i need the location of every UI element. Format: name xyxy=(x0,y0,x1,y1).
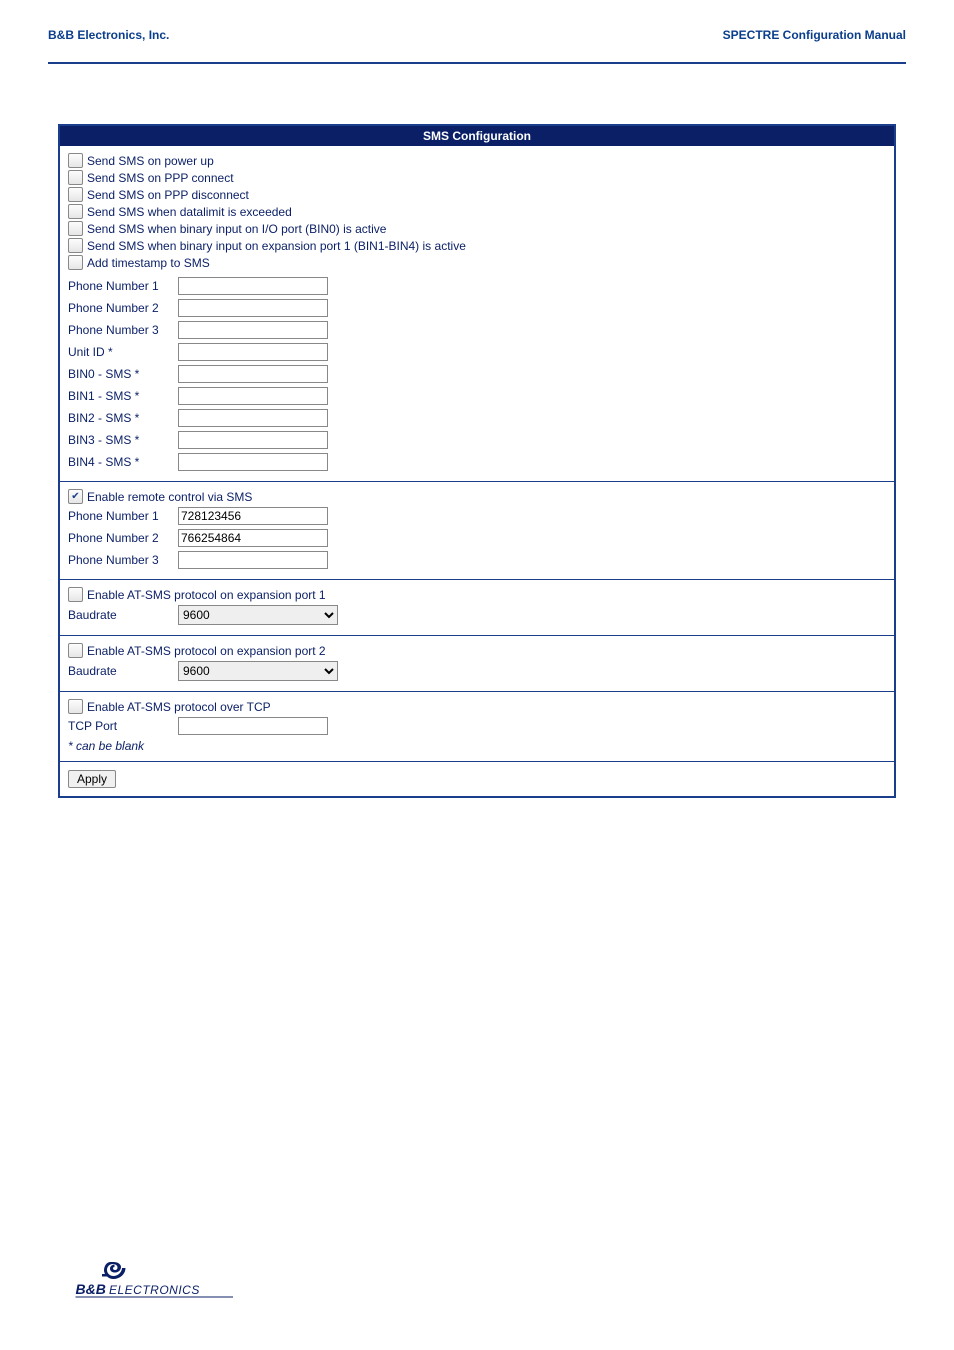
checkbox-icon[interactable] xyxy=(68,699,83,714)
field-label: Phone Number 2 xyxy=(68,301,178,315)
phone3-input[interactable] xyxy=(178,321,328,339)
row-phone3: Phone Number 3 xyxy=(68,319,886,341)
row-bin3-sms: BIN3 - SMS * xyxy=(68,429,886,451)
cb-label: Send SMS on PPP disconnect xyxy=(87,188,249,202)
field-label: BIN3 - SMS * xyxy=(68,433,178,447)
checkbox-icon[interactable] xyxy=(68,204,83,219)
cb-label: Enable AT-SMS protocol on expansion port… xyxy=(87,644,326,658)
row-bin2-sms: BIN2 - SMS * xyxy=(68,407,886,429)
checkbox-icon[interactable] xyxy=(68,153,83,168)
field-label: Phone Number 2 xyxy=(68,531,178,545)
cb-label: Send SMS on PPP connect xyxy=(87,171,234,185)
rc-phone2-input[interactable] xyxy=(178,529,328,547)
field-label: Phone Number 1 xyxy=(68,509,178,523)
checkbox-icon[interactable] xyxy=(68,221,83,236)
cb-row-timestamp[interactable]: Add timestamp to SMS xyxy=(68,254,886,271)
cb-row-datalimit[interactable]: Send SMS when datalimit is exceeded xyxy=(68,203,886,220)
apply-section: Apply xyxy=(60,761,894,796)
apply-button[interactable]: Apply xyxy=(68,770,116,788)
cb-row-bin0[interactable]: Send SMS when binary input on I/O port (… xyxy=(68,220,886,237)
bb-electronics-logo-icon: B&B ELECTRONICS xyxy=(58,1258,248,1303)
svg-text:ELECTRONICS: ELECTRONICS xyxy=(109,1283,200,1297)
checkbox-icon[interactable] xyxy=(68,170,83,185)
field-label: Unit ID * xyxy=(68,345,178,359)
checkbox-icon[interactable] xyxy=(68,187,83,202)
tcp-port-input[interactable] xyxy=(178,717,328,735)
checkbox-icon[interactable] xyxy=(68,255,83,270)
section-atsms-tcp: Enable AT-SMS protocol over TCP TCP Port… xyxy=(60,691,894,761)
sms-config-panel: SMS Configuration Send SMS on power up S… xyxy=(58,124,896,798)
unitid-input[interactable] xyxy=(178,343,328,361)
rc-phone3-input[interactable] xyxy=(178,551,328,569)
cb-row-remote[interactable]: ✔ Enable remote control via SMS xyxy=(68,488,886,505)
field-label: Baudrate xyxy=(68,664,178,678)
field-label: Phone Number 3 xyxy=(68,553,178,567)
row-unitid: Unit ID * xyxy=(68,341,886,363)
page-header: B&B Electronics, Inc. SPECTRE Configurat… xyxy=(0,0,954,54)
bin4-sms-input[interactable] xyxy=(178,453,328,471)
cb-row-powerup[interactable]: Send SMS on power up xyxy=(68,152,886,169)
logo-area: B&B ELECTRONICS xyxy=(0,1258,954,1346)
bin2-sms-input[interactable] xyxy=(178,409,328,427)
cb-label: Send SMS when datalimit is exceeded xyxy=(87,205,292,219)
rc-phone1-input[interactable] xyxy=(178,507,328,525)
row-phone2: Phone Number 2 xyxy=(68,297,886,319)
cb-label: Send SMS when binary input on I/O port (… xyxy=(87,222,386,236)
bin0-sms-input[interactable] xyxy=(178,365,328,383)
cb-row-ppp-disconnect[interactable]: Send SMS on PPP disconnect xyxy=(68,186,886,203)
field-label: BIN2 - SMS * xyxy=(68,411,178,425)
section-atsms-port1: Enable AT-SMS protocol on expansion port… xyxy=(60,579,894,635)
row-baud-port1: Baudrate 9600 xyxy=(68,603,886,627)
header-company: B&B Electronics, Inc. xyxy=(48,28,169,42)
row-bin1-sms: BIN1 - SMS * xyxy=(68,385,886,407)
row-phone1: Phone Number 1 xyxy=(68,275,886,297)
bin3-sms-input[interactable] xyxy=(178,431,328,449)
field-label: Phone Number 3 xyxy=(68,323,178,337)
cb-row-port1[interactable]: Enable AT-SMS protocol on expansion port… xyxy=(68,586,886,603)
cb-row-ppp-connect[interactable]: Send SMS on PPP connect xyxy=(68,169,886,186)
checkbox-icon[interactable] xyxy=(68,587,83,602)
panel-title: SMS Configuration xyxy=(60,126,894,146)
header-title: SPECTRE Configuration Manual xyxy=(723,28,906,42)
svg-text:B&B: B&B xyxy=(76,1281,106,1297)
cb-label: Send SMS when binary input on expansion … xyxy=(87,239,466,253)
cb-label: Enable AT-SMS protocol on expansion port… xyxy=(87,588,326,602)
field-label: Baudrate xyxy=(68,608,178,622)
row-bin4-sms: BIN4 - SMS * xyxy=(68,451,886,473)
cb-row-tcp[interactable]: Enable AT-SMS protocol over TCP xyxy=(68,698,886,715)
section-sms-events: Send SMS on power up Send SMS on PPP con… xyxy=(60,146,894,481)
field-label: BIN0 - SMS * xyxy=(68,367,178,381)
phone2-input[interactable] xyxy=(178,299,328,317)
row-rc-phone1: Phone Number 1 xyxy=(68,505,886,527)
row-baud-port2: Baudrate 9600 xyxy=(68,659,886,683)
field-label: BIN1 - SMS * xyxy=(68,389,178,403)
checkbox-checked-icon[interactable]: ✔ xyxy=(68,489,83,504)
footnote: * can be blank xyxy=(68,737,886,753)
baud-port2-select[interactable]: 9600 xyxy=(178,661,338,681)
bin1-sms-input[interactable] xyxy=(178,387,328,405)
header-divider xyxy=(48,62,906,64)
row-tcp-port: TCP Port xyxy=(68,715,886,737)
field-label: BIN4 - SMS * xyxy=(68,455,178,469)
section-atsms-port2: Enable AT-SMS protocol on expansion port… xyxy=(60,635,894,691)
cb-label: Add timestamp to SMS xyxy=(87,256,210,270)
cb-row-port2[interactable]: Enable AT-SMS protocol on expansion port… xyxy=(68,642,886,659)
row-rc-phone3: Phone Number 3 xyxy=(68,549,886,571)
baud-port1-select[interactable]: 9600 xyxy=(178,605,338,625)
section-remote-control: ✔ Enable remote control via SMS Phone Nu… xyxy=(60,481,894,579)
cb-row-bin14[interactable]: Send SMS when binary input on expansion … xyxy=(68,237,886,254)
cb-label: Enable remote control via SMS xyxy=(87,490,252,504)
row-rc-phone2: Phone Number 2 xyxy=(68,527,886,549)
row-bin0-sms: BIN0 - SMS * xyxy=(68,363,886,385)
checkbox-icon[interactable] xyxy=(68,643,83,658)
field-label: TCP Port xyxy=(68,719,178,733)
phone1-input[interactable] xyxy=(178,277,328,295)
cb-label: Enable AT-SMS protocol over TCP xyxy=(87,700,271,714)
field-label: Phone Number 1 xyxy=(68,279,178,293)
cb-label: Send SMS on power up xyxy=(87,154,214,168)
checkbox-icon[interactable] xyxy=(68,238,83,253)
